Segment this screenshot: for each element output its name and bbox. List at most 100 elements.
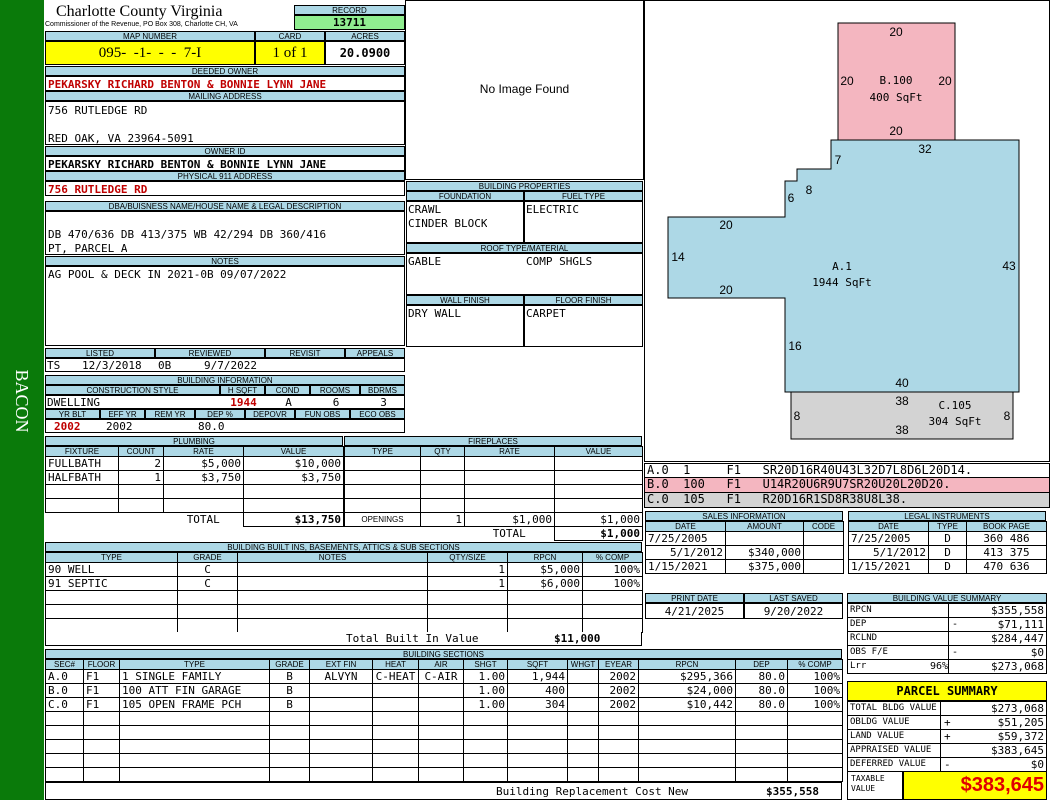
legal-description: DB 470/636 DB 413/375 WB 42/294 DB 360/4…	[45, 211, 405, 255]
roof-type: GABLE	[408, 255, 442, 268]
dim-a-7: 7	[835, 153, 842, 167]
builtins-col: GRADE	[177, 552, 238, 563]
foundation-1: CRAWL	[408, 203, 442, 216]
hsqft: 1944	[230, 396, 257, 409]
table-cell	[567, 697, 599, 712]
roof-box: GABLE COMP SHGLS	[406, 253, 643, 295]
dim-c-8b: 8	[1004, 409, 1011, 423]
dep-pct: 80.0	[198, 420, 225, 433]
table-cell	[309, 683, 373, 698]
parcel-summary-row: DEFERRED VALUE - $0	[847, 757, 1047, 772]
floor-finish-label: FLOOR FINISH	[524, 295, 643, 305]
value-summary-label: DEP	[850, 619, 867, 629]
value-summary-sign: -	[952, 647, 959, 658]
funobs-label: FUN OBS	[295, 409, 350, 419]
acres-label: ACRES	[325, 31, 405, 41]
table-cell	[45, 767, 84, 782]
table-cell	[269, 753, 310, 768]
sections-col: TYPE	[119, 659, 270, 670]
table-cell	[735, 767, 788, 782]
legal-instruments-table: DATE TYPE BOOK PAGE 7/25/2005 D 360 486 5/…	[848, 521, 1047, 574]
dim-a-32: 32	[918, 142, 932, 156]
table-cell	[598, 767, 639, 782]
table-cell	[118, 484, 164, 499]
vector-row: C.0 105 F1 R20D16R1SD8R38U8L38.	[644, 493, 1050, 508]
value-summary-sign: 96%	[929, 661, 948, 672]
sections-col: AIR	[418, 659, 464, 670]
table-cell	[638, 767, 736, 782]
table-cell: 400	[507, 683, 568, 698]
dim-a-16: 16	[788, 339, 802, 353]
table-row: 1/15/2021 D 470 636	[848, 559, 1047, 574]
print-date-label: PRINT DATE	[645, 593, 744, 603]
table-cell: B	[269, 697, 310, 712]
dim-a-40: 40	[895, 376, 909, 390]
table-cell	[463, 725, 508, 740]
plumbing-col: RATE	[163, 446, 244, 457]
sections-col: SQFT	[507, 659, 568, 670]
last-saved-value: 9/20/2022	[763, 605, 824, 618]
table-cell	[269, 767, 310, 782]
table-cell	[309, 739, 373, 754]
table-cell	[463, 711, 508, 726]
hsqft-label: H SQFT	[220, 385, 265, 395]
mailing-line2: RED OAK, VA 23964-5091	[48, 132, 194, 145]
table-cell	[119, 753, 270, 768]
table-cell: 100%	[787, 697, 843, 712]
vector-text: A.0 1 F1 SR20D16R40U43L32D7L8D6L20D14.	[647, 464, 973, 477]
builtins-col: QTY/SIZE	[427, 552, 508, 563]
legal-col: BOOK PAGE	[966, 521, 1047, 532]
table-cell	[638, 725, 736, 740]
table-cell	[803, 531, 844, 546]
table-cell	[163, 498, 244, 513]
plumbing-col: FIXTURE	[45, 446, 119, 457]
table-cell	[418, 739, 464, 754]
plumbing-label: PLUMBING	[45, 436, 343, 446]
vector-row: B.0 100 F1 U14R20U6R9U7SR20U20L20D20.	[644, 478, 1050, 493]
rcn-row: Building Replacement Cost New $355,558	[45, 782, 842, 800]
table-cell: ALVYN	[309, 669, 373, 684]
parcel-summary-value: $273,068	[991, 702, 1044, 715]
table-cell: A.0	[45, 669, 84, 684]
table-cell	[309, 697, 373, 712]
table-cell	[507, 739, 568, 754]
table-cell	[598, 753, 639, 768]
sections-col: GRADE	[269, 659, 310, 670]
table-cell	[269, 725, 310, 740]
sections-col: SEC#	[45, 659, 84, 670]
table-cell	[463, 767, 508, 782]
sections-col: FLOOR	[83, 659, 120, 670]
cond-label: COND	[265, 385, 310, 395]
table-cell: 7/25/2005	[848, 531, 929, 546]
table-cell: $6,000	[507, 576, 583, 591]
dim-a-20a: 20	[719, 218, 733, 232]
yrblt-label: YR BLT	[45, 409, 100, 419]
table-cell	[83, 739, 120, 754]
table-cell	[787, 711, 843, 726]
table-cell	[242, 484, 345, 499]
table-row: 91 SEPTIC C 1 $6,000 100%	[45, 576, 643, 591]
fireplaces-table: TYPE QTY RATE VALUE OPENINGS 1 $1,000 $1,00…	[344, 446, 643, 541]
deeded-owner-label: DEEDED OWNER	[45, 66, 405, 76]
owner-id: PEKARSKY RICHARD BENTON & BONNIE LYNN JA…	[45, 156, 405, 171]
legal-col: DATE	[848, 521, 929, 532]
depovr-label: DEPOVR	[245, 409, 295, 419]
table-cell: 360 486	[966, 531, 1047, 546]
table-cell	[507, 767, 568, 782]
table-cell	[45, 739, 84, 754]
table-row: B.0 F1 100 ATT FIN GARAGE B 1.00 400 2002 $24,0…	[45, 683, 843, 698]
building-properties-label: BUILDING PROPERTIES	[406, 181, 643, 191]
table-cell: B	[269, 683, 310, 698]
value-summary-row: Lrr 96% $273,068	[847, 659, 1047, 674]
legal-line2: PT, PARCEL A	[48, 242, 128, 255]
table-cell: B	[269, 669, 310, 684]
table-cell	[372, 725, 419, 740]
table-cell	[567, 739, 599, 754]
parcel-summary-header: PARCEL SUMMARY	[847, 681, 1047, 701]
table-cell: D	[928, 531, 967, 546]
acres-value: 20.0900	[325, 41, 405, 65]
floor-finish: CARPET	[526, 307, 566, 320]
table-cell: $5,000	[507, 562, 583, 577]
table-cell	[567, 725, 599, 740]
builtins-label: BUILDING BUILT INS, BASEMENTS, ATTICS & …	[45, 542, 642, 552]
